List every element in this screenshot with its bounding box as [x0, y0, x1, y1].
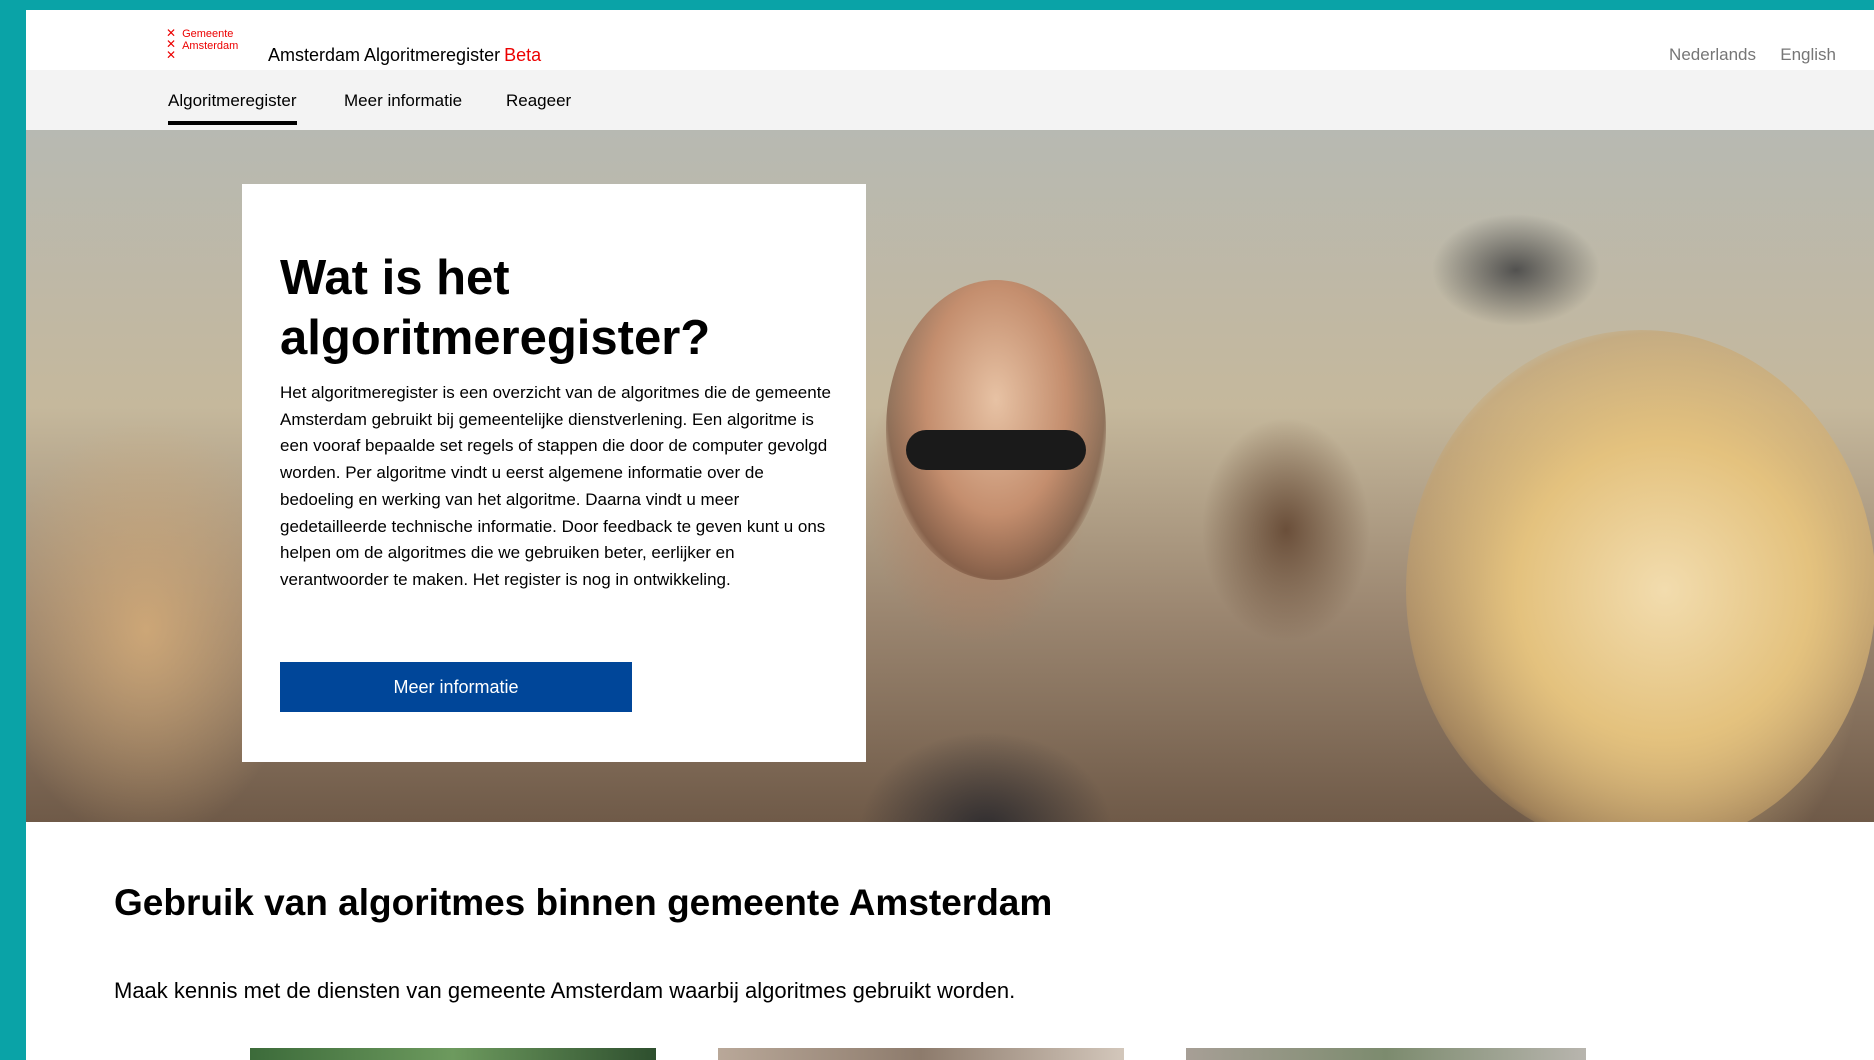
logo-line-1: Gemeente [182, 28, 234, 40]
app-title-text: Amsterdam Algoritmeregister [268, 45, 501, 65]
service-card-image-2[interactable] [718, 1048, 1124, 1060]
logo-wordmark: Gemeente Amsterdam [182, 28, 238, 52]
language-english-link[interactable]: English [1780, 45, 1836, 65]
hero-description: Het algoritmeregister is een overzicht v… [280, 383, 831, 589]
app-title[interactable]: Amsterdam Algoritmeregister Beta [268, 45, 541, 66]
top-header: ✕ ✕ ✕ Gemeente Amsterdam Amsterdam Algorit… [26, 10, 1874, 70]
main-navigation: Algoritmeregister Meer informatie Reagee… [26, 70, 1874, 130]
service-card-image-1[interactable] [250, 1048, 656, 1060]
service-card-image-3[interactable] [1186, 1048, 1586, 1060]
hero-photo-blonde-person [1406, 330, 1874, 822]
logo-line-2: Amsterdam [182, 40, 239, 52]
nav-tab-reageer[interactable]: Reageer [506, 91, 571, 111]
hero-card: Wat is het algoritmeregister? Het algori… [242, 184, 866, 762]
beta-label: Beta [504, 45, 542, 65]
app-frame: ✕ ✕ ✕ Gemeente Amsterdam Amsterdam Algorit… [26, 10, 1874, 1060]
nav-tab-algoritmeregister[interactable]: Algoritmeregister [168, 91, 297, 125]
section-title: Gebruik van algoritmes binnen gemeente A… [114, 882, 1053, 923]
hero-banner: Wat is het algoritmeregister? Het algori… [26, 130, 1874, 822]
section-intro: Maak kennis met de diensten van gemeente… [114, 978, 1016, 1003]
hero-heading: Wat is het algoritmeregister? [280, 251, 711, 365]
amsterdam-crosses-icon: ✕ ✕ ✕ [166, 26, 177, 62]
hero-photo-sunglasses [906, 430, 1086, 470]
nav-tab-meer-informatie[interactable]: Meer informatie [344, 91, 462, 111]
language-nederlands-link[interactable]: Nederlands [1669, 45, 1756, 65]
meer-informatie-button[interactable]: Meer informatie [280, 662, 632, 712]
gemeente-amsterdam-logo[interactable]: ✕ ✕ ✕ Gemeente Amsterdam [166, 26, 238, 62]
